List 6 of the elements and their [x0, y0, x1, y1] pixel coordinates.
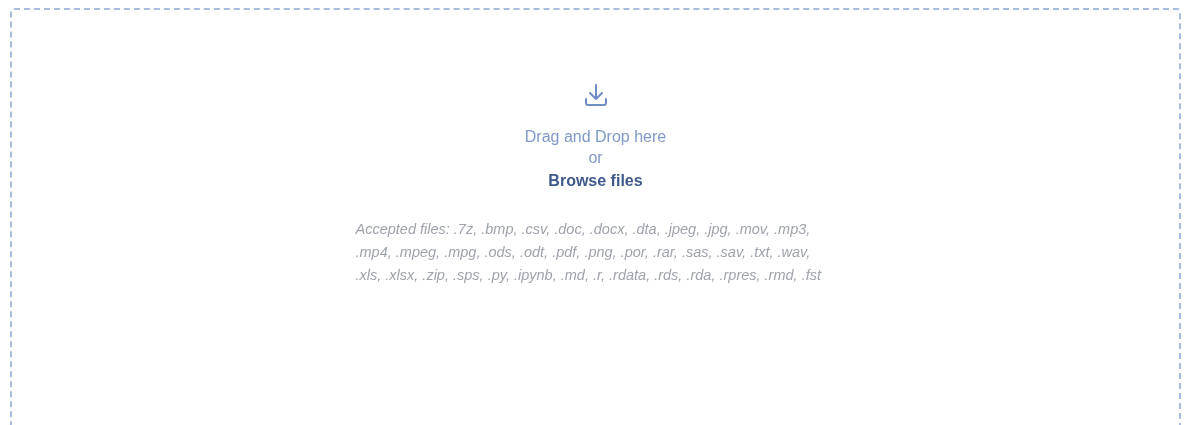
accepted-files-text: Accepted files: .7z, .bmp, .csv, .doc, .docx, .dta, .jpeg, .jpg, .mov, .mp3, .mp4, .mpeg, .mpg, .ods, .odt, .pdf, .png, .por, .rar, .sas, .sav, .txt, .wav, .xls, .xlsx, .zip, .sps, .py, .ipynb, .md, .r, .rdata, .rds, .rda, .rpres, .rmd, .fst: [355, 220, 823, 285]
dropzone[interactable]: [10, 8, 1181, 425]
separator-text: or: [588, 148, 603, 168]
download-icon: [582, 82, 609, 108]
browse-files-link[interactable]: Browse files: [548, 168, 643, 194]
drop-prompt: Drag and Drop here: [524, 127, 667, 147]
